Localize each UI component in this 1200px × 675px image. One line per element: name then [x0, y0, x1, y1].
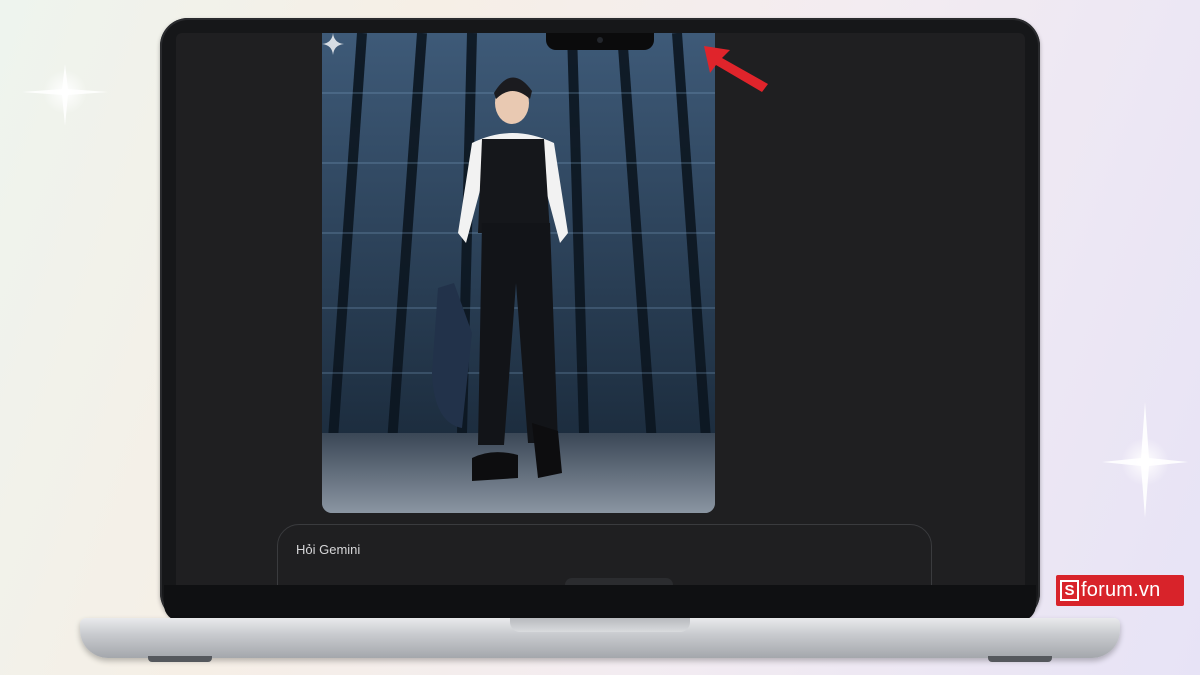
ask-gemini-input[interactable]: Hỏi Gemini: [277, 524, 932, 585]
sparkle-right-icon: [1102, 402, 1188, 518]
sparkle-left-icon: [22, 64, 108, 126]
laptop-chin: [164, 585, 1036, 621]
laptop-foot-left: [148, 656, 212, 662]
camera-icon: [597, 37, 603, 43]
input-toolbar-handle: [565, 578, 673, 585]
laptop-screen: Hỏi Gemini: [176, 33, 1025, 585]
ask-gemini-placeholder: Hỏi Gemini: [296, 542, 361, 557]
sforum-watermark-logo: S forum.vn: [1056, 575, 1184, 606]
arrow-pointing-up-left-icon: [704, 46, 768, 92]
laptop-base-groove: [510, 618, 690, 632]
sforum-mark-icon: S: [1060, 580, 1079, 601]
generated-image[interactable]: [322, 33, 715, 513]
generated-image-artwork: [322, 33, 715, 513]
sforum-brand-text: forum.vn: [1081, 579, 1161, 601]
laptop-foot-right: [988, 656, 1052, 662]
gemini-sparkle-icon: [322, 33, 344, 55]
